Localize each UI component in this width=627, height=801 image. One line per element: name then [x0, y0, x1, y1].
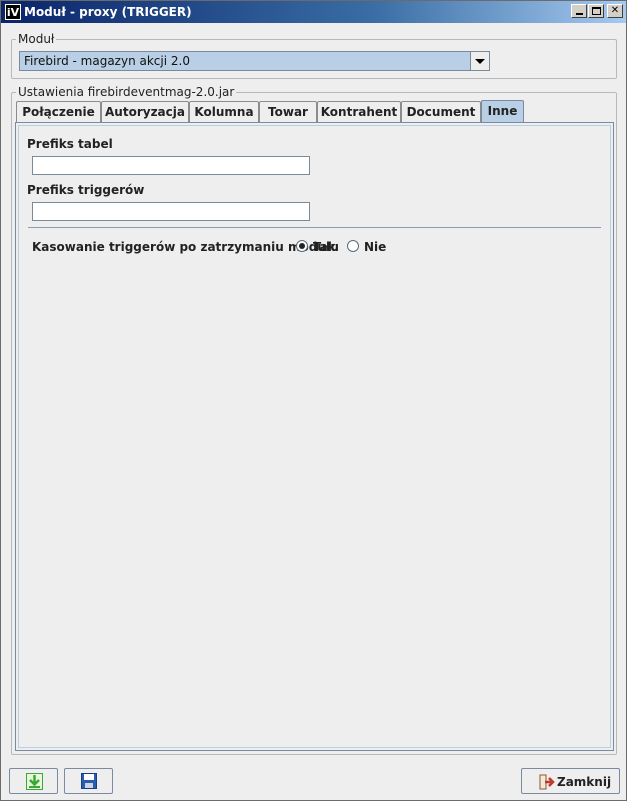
- radio-nie-label[interactable]: Nie: [364, 240, 386, 254]
- minimize-icon: [576, 13, 583, 15]
- close-button[interactable]: Zamknij: [521, 768, 620, 794]
- floppy-disk-icon: [81, 773, 97, 789]
- delete-triggers-label: Kasowanie triggerów po zatrzymaniu moduł…: [32, 240, 339, 254]
- tab-kolumna[interactable]: Kolumna: [189, 101, 259, 123]
- radio-tak-label[interactable]: Tak: [313, 240, 336, 254]
- table-prefix-label: Prefiks tabel: [27, 137, 113, 151]
- chevron-down-icon: [475, 59, 485, 64]
- table-prefix-input[interactable]: [32, 156, 310, 175]
- tab-autoryzacja[interactable]: Autoryzacja: [101, 101, 189, 123]
- module-select[interactable]: Firebird - magazyn akcji 2.0: [19, 51, 490, 71]
- module-select-dropdown-button[interactable]: [470, 52, 489, 70]
- close-window-button[interactable]: ✕: [607, 4, 623, 18]
- tab-document[interactable]: Document: [401, 101, 481, 123]
- import-button[interactable]: [9, 768, 58, 794]
- tab-polaczenie[interactable]: Połączenie: [16, 101, 101, 123]
- module-group-legend: Moduł: [18, 32, 55, 46]
- window-title: Moduł - proxy (TRIGGER): [24, 5, 192, 19]
- minimize-button[interactable]: [571, 4, 587, 18]
- download-arrow-icon: [26, 773, 43, 790]
- radio-nie[interactable]: [347, 240, 359, 252]
- trigger-prefix-label: Prefiks triggerów: [27, 183, 145, 197]
- close-button-label: Zamknij: [557, 775, 612, 789]
- module-select-value: Firebird - magazyn akcji 2.0: [24, 54, 190, 68]
- module-proxy-window: iV Moduł - proxy (TRIGGER) ✕ Moduł Fireb…: [0, 0, 627, 801]
- tab-inne[interactable]: Inne: [481, 100, 524, 123]
- save-button[interactable]: [64, 768, 113, 794]
- close-icon: ✕: [610, 5, 620, 16]
- maximize-button[interactable]: [588, 4, 604, 18]
- settings-group-legend: Ustawienia firebirdeventmag-2.0.jar: [18, 85, 235, 99]
- maximize-icon: [592, 7, 601, 15]
- radio-tak[interactable]: [296, 240, 308, 252]
- trigger-prefix-input[interactable]: [32, 202, 310, 221]
- tab-kontrahent[interactable]: Kontrahent: [317, 101, 401, 123]
- separator: [28, 227, 601, 228]
- exit-door-icon: [539, 774, 555, 790]
- title-bar[interactable]: iV Moduł - proxy (TRIGGER) ✕: [1, 1, 626, 23]
- tab-towar[interactable]: Towar: [259, 101, 317, 123]
- app-icon: iV: [5, 4, 21, 20]
